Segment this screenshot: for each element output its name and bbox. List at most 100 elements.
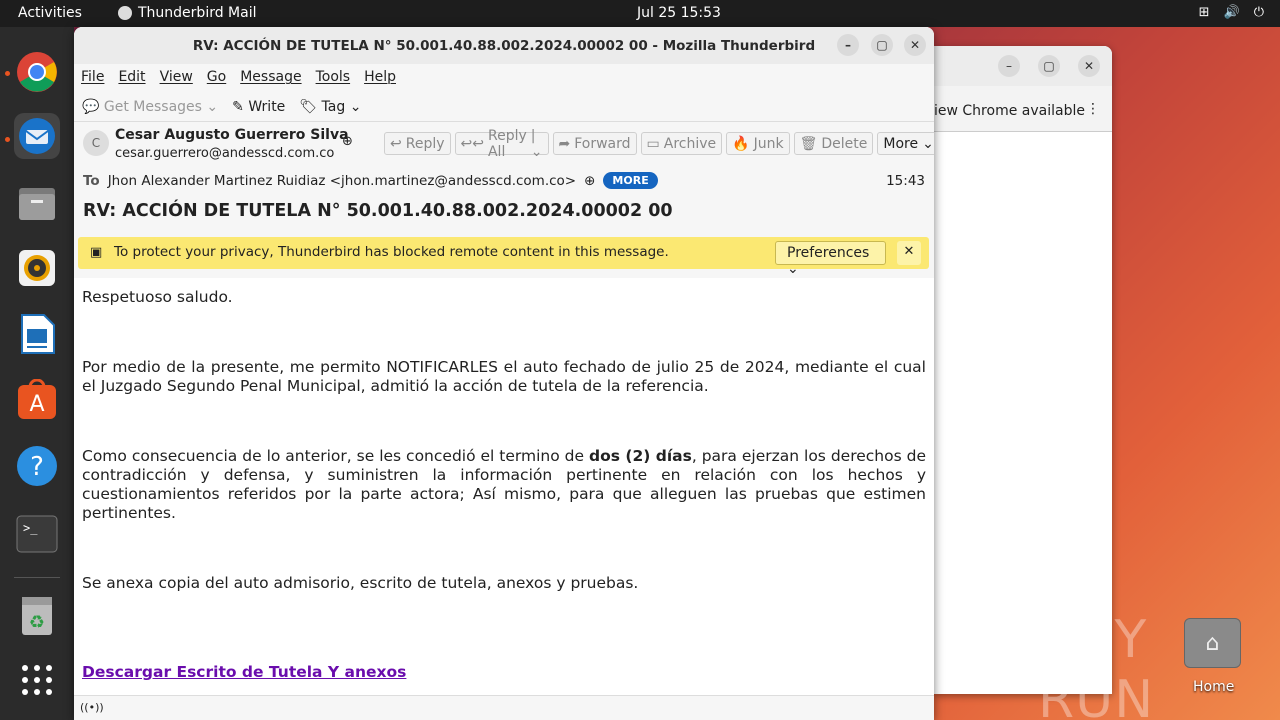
reply-icon: ↩ <box>390 135 402 152</box>
more-label: More <box>883 135 919 152</box>
more-button[interactable]: More ⌄ <box>877 132 934 155</box>
svg-text:♻: ♻ <box>29 612 45 633</box>
running-indicator <box>5 71 10 76</box>
app-menu[interactable]: Thunderbird Mail <box>118 5 257 21</box>
maximize-icon[interactable]: ▢ <box>871 34 893 56</box>
home-label: Home <box>1193 679 1235 695</box>
app-name: Thunderbird Mail <box>138 5 257 21</box>
from-name[interactable]: Cesar Augusto Guerrero Silva <box>115 127 349 143</box>
show-apps-icon[interactable] <box>14 657 60 703</box>
menu-view[interactable]: View <box>160 69 193 92</box>
chrome-icon[interactable] <box>14 49 60 95</box>
svg-text:>_: >_ <box>23 521 38 535</box>
thunderbird-dock-icon[interactable] <box>14 113 60 159</box>
avatar: C <box>83 130 109 156</box>
junk-button[interactable]: 🔥 Junk <box>726 132 790 155</box>
watermark: ANY RUN <box>1038 610 1155 720</box>
chrome-update-bar[interactable]: iew Chrome available ⋮ <box>934 86 1112 132</box>
svg-text:A: A <box>29 392 44 417</box>
get-messages-label: Get Messages <box>103 98 202 115</box>
archive-button[interactable]: ▭ Archive <box>640 132 723 155</box>
dock: A ? >_ ♻ <box>0 27 74 720</box>
main-toolbar: 💬 Get Messages ⌄ ✎ Write 🏷 Tag ⌄ <box>74 92 934 122</box>
tag-button[interactable]: 🏷 Tag ⌄ <box>299 99 361 115</box>
message-time: 15:43 <box>886 173 925 189</box>
preferences-label: Preferences <box>787 245 870 261</box>
menu-file[interactable]: File <box>81 69 104 92</box>
menu-help[interactable]: Help <box>364 69 396 92</box>
thunderbird-window: RV: ACCIÓN DE TUTELA N° 50.001.40.88.002… <box>74 27 934 720</box>
reply-all-icon: ↩↩ <box>460 135 484 152</box>
recipient-row: To Jhon Alexander Martinez Ruidiaz <jhon… <box>83 172 658 189</box>
tag-label: Tag <box>321 98 346 115</box>
write-label: Write <box>248 98 286 115</box>
terminal-icon[interactable]: >_ <box>14 511 60 557</box>
close-icon[interactable]: ✕ <box>1078 55 1100 77</box>
activity-icon[interactable]: ((•)) <box>80 701 104 714</box>
menu-edit[interactable]: Edit <box>118 69 145 92</box>
kebab-menu-icon[interactable]: ⋮ <box>1086 101 1100 117</box>
from-email[interactable]: cesar.guerrero@andesscd.com.co <box>115 146 334 161</box>
trash-icon[interactable]: ♻ <box>14 593 60 639</box>
chrome-window[interactable]: – ▢ ✕ iew Chrome available ⋮ <box>934 46 1112 694</box>
files-icon[interactable] <box>14 180 60 226</box>
reply-all-button[interactable]: ↩↩ Reply All | ⌄ <box>454 128 549 160</box>
svg-text:?: ? <box>30 452 44 482</box>
power-icon: ⏻ <box>1253 5 1264 20</box>
add-contact-icon[interactable]: ⊕ <box>584 173 595 189</box>
menu-bar: File Edit View Go Message Tools Help <box>74 64 934 92</box>
get-messages-button[interactable]: 💬 Get Messages ⌄ <box>82 99 218 115</box>
maximize-icon[interactable]: ▢ <box>1038 55 1060 77</box>
rhythmbox-icon[interactable] <box>14 245 60 291</box>
menu-go[interactable]: Go <box>207 69 226 92</box>
chrome-titlebar[interactable]: – ▢ ✕ <box>934 46 1112 86</box>
activities-button[interactable]: Activities <box>18 5 82 21</box>
chevron-down-icon[interactable]: ⌄ <box>206 99 218 115</box>
minimize-icon[interactable]: – <box>837 34 859 56</box>
remote-content-notification: ▣ To protect your privacy, Thunderbird h… <box>78 237 929 277</box>
trash-icon: 🗑 <box>799 135 818 152</box>
running-indicator <box>5 137 10 142</box>
reply-all-label: Reply All <box>487 127 527 160</box>
message-actions: ↩ Reply ↩↩ Reply All | ⌄ ➦ Forward ▭ Archive… <box>384 128 934 160</box>
top-bar: Activities Thunderbird Mail Jul 25 15:53… <box>0 0 1280 27</box>
junk-label: Junk <box>753 135 784 152</box>
bold-term: dos (2) días <box>589 447 692 465</box>
body-paragraph-2: Como consecuencia de lo anterior, se les… <box>82 447 926 523</box>
system-tray[interactable]: ⊞ 🔊 ⏻ <box>1199 5 1264 20</box>
delete-button[interactable]: 🗑 Delete <box>793 132 874 155</box>
chevron-down-icon[interactable]: | ⌄ <box>531 128 543 160</box>
window-titlebar[interactable]: RV: ACCIÓN DE TUTELA N° 50.001.40.88.002… <box>74 27 934 64</box>
reply-button[interactable]: ↩ Reply <box>384 132 451 155</box>
download-link[interactable]: Descargar Escrito de Tutela Y anexos <box>82 663 406 681</box>
add-contact-icon[interactable]: ⊕ <box>342 134 353 149</box>
status-bar: ((•)) <box>74 695 934 720</box>
menu-message[interactable]: Message <box>240 69 301 92</box>
to-label: To <box>83 172 100 189</box>
minimize-icon[interactable]: – <box>998 55 1020 77</box>
pencil-icon: ✎ <box>232 98 244 115</box>
message-header: C Cesar Augusto Guerrero Silva cesar.gue… <box>74 122 934 297</box>
delete-label: Delete <box>821 135 868 152</box>
clock[interactable]: Jul 25 15:53 <box>637 5 721 21</box>
dock-separator <box>14 577 60 578</box>
writer-icon[interactable] <box>14 311 60 357</box>
blocked-content-icon: ▣ <box>90 245 103 260</box>
home-folder-icon[interactable]: ⌂ <box>1184 618 1241 668</box>
body-paragraph-1: Por medio de la presente, me permito NOT… <box>82 358 926 395</box>
app-center-icon[interactable]: A <box>14 377 60 423</box>
forward-label: Forward <box>574 135 631 152</box>
reply-label: Reply <box>405 135 445 152</box>
close-icon[interactable]: ✕ <box>897 241 921 265</box>
junk-icon: 🔥 <box>732 135 750 152</box>
thunderbird-icon <box>118 6 132 20</box>
to-recipient[interactable]: Jhon Alexander Martinez Ruidiaz <jhon.ma… <box>108 173 576 189</box>
close-icon[interactable]: ✕ <box>904 34 926 56</box>
write-button[interactable]: ✎ Write <box>232 99 285 115</box>
greeting: Respetuoso saludo. <box>82 288 233 306</box>
more-recipients-button[interactable]: MORE <box>603 172 658 189</box>
help-icon[interactable]: ? <box>14 443 60 489</box>
menu-tools[interactable]: Tools <box>316 69 351 92</box>
forward-button[interactable]: ➦ Forward <box>552 132 637 155</box>
preferences-button[interactable]: Preferences ⌄ <box>775 241 886 277</box>
